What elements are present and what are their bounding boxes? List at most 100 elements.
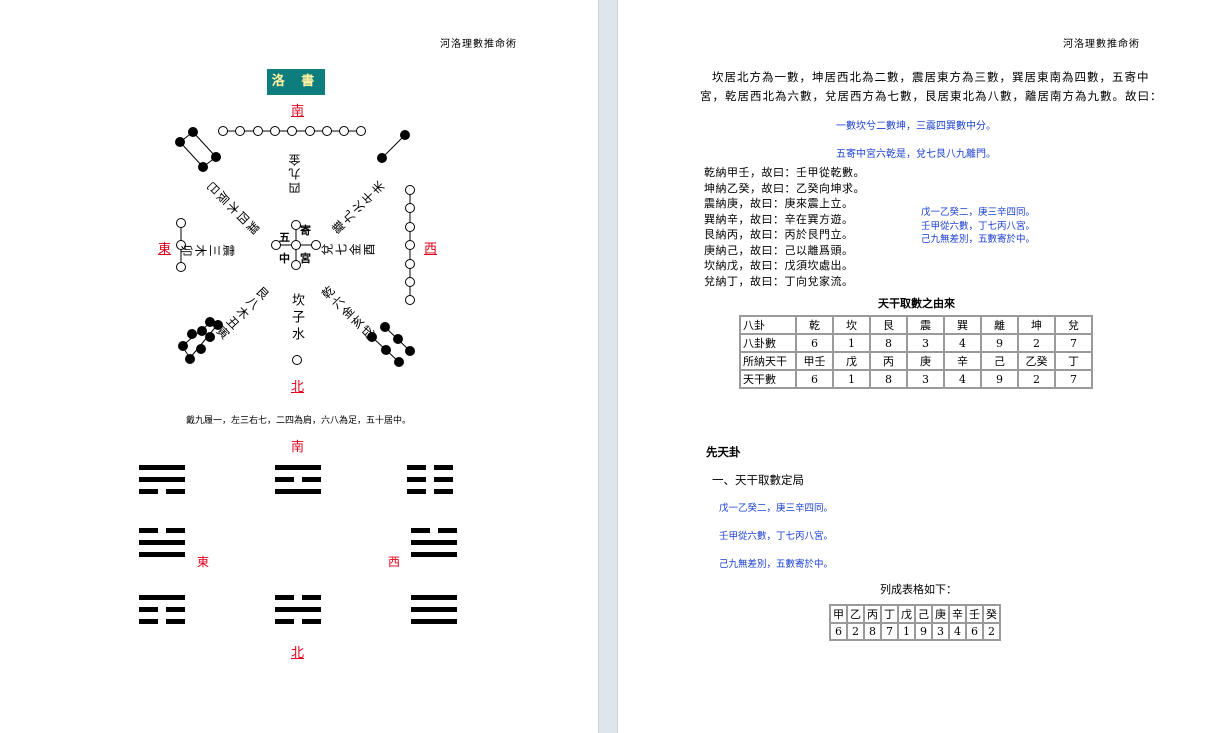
table-cell: 壬 [965, 604, 984, 624]
label-left: 震三木卯 [179, 243, 235, 257]
line-segment [302, 595, 321, 600]
trigram-line-solid [275, 489, 321, 494]
trigram-line-solid [139, 477, 185, 482]
trigram-line-broken [139, 619, 185, 624]
table-cell: 9 [914, 622, 933, 641]
trigram-line-broken [275, 595, 321, 600]
table-cell: 2 [1017, 333, 1056, 353]
table-cell: 天干數 [739, 369, 797, 389]
trigram-line-broken [407, 489, 453, 494]
trigram-line-solid [275, 465, 321, 470]
trigram-mid-left [139, 528, 185, 564]
table-cell: 艮 [869, 315, 908, 335]
line-segment [411, 595, 457, 600]
table-cell: 2 [1017, 369, 1056, 389]
line-segment [139, 595, 185, 600]
table-cell: 兌 [1054, 315, 1093, 335]
trigram-bottom-left [139, 595, 185, 631]
trigram-dir-north: 北 [291, 646, 305, 661]
line-segment [302, 619, 321, 624]
table-cell: 乙 [846, 604, 865, 624]
trigram-line-solid [139, 552, 185, 557]
line-segment [166, 489, 185, 494]
luoshu-diagram [175, 126, 415, 367]
trigram-dir-west: 西 [388, 555, 401, 569]
label-right: 兌七金酉 [321, 243, 377, 257]
line-segment [139, 465, 185, 470]
side-verse-line: 戊一乙癸二，庚三辛四同。 [921, 207, 1036, 218]
trigram-line-solid [411, 595, 457, 600]
trigram-line-solid [275, 607, 321, 612]
verse-line-1: 一數坎兮二數坤，三震四巽數中分。 [836, 121, 996, 132]
section-title: 先天卦 [706, 445, 741, 459]
table-cell: 6 [795, 333, 834, 353]
najia-list: 乾納甲壬，故曰：壬甲從乾數。 坤納乙癸，故曰：乙癸向坤求。 震納庚，故曰：庚來震… [704, 165, 865, 289]
trigram-dir-south: 南 [291, 440, 305, 455]
table-cell: 甲 [829, 604, 848, 624]
table-cell: 庚 [931, 604, 950, 624]
trigram-line-solid [411, 552, 457, 557]
najia-item: 乾納甲壬，故曰：壬甲從乾數。 [704, 166, 865, 179]
table-cell: 1 [832, 369, 871, 389]
line-segment [275, 607, 321, 612]
line-segment [407, 465, 426, 470]
table-cell: 6 [795, 369, 834, 389]
table-cell: 癸 [982, 604, 1001, 624]
tiangan-table: 八卦乾坎艮震巽離坤兌八卦數 6 1 8 3 4 9 2 7 所納天干 甲壬戊丙庚辛己乙癸丁天干數 6 1… [739, 315, 1093, 389]
table-cell: 9 [980, 333, 1019, 353]
table-cell: 八卦數 [739, 333, 797, 353]
table-cell: 2 [846, 622, 865, 641]
side-verse: 戊一乙癸二，庚三辛四同。 壬甲從六數，丁七丙八宮。 己九無差別，五數寄於中。 [921, 206, 1035, 247]
najia-item: 庚納己，故曰：己以離爲頭。 [704, 243, 854, 257]
table-cell: 丁 [880, 604, 899, 624]
trigram-line-solid [411, 540, 457, 545]
table-cell: 戊 [897, 604, 916, 624]
trigram-line-broken [407, 477, 453, 482]
table-cell: 1 [897, 622, 916, 641]
table-cell: 9 [980, 369, 1019, 389]
table-cell: 坎 [832, 315, 871, 335]
center-label-left: 五 [279, 231, 290, 244]
line-segment [139, 619, 158, 624]
subsection-title: 一、天干取數定局 [712, 473, 804, 487]
table-cell: 乙癸 [1017, 351, 1056, 371]
luoshu-caption: 戴九履一，左三右七，二四為肩，六八為足，五十居中。 [186, 416, 412, 426]
table-row: 所納天干 甲壬戊丙庚辛己乙癸丁 [739, 351, 1093, 371]
line-segment [302, 477, 321, 482]
table-cell: 震 [906, 315, 945, 335]
najia-item: 震納庚，故曰：庚來震上立。 [704, 197, 854, 210]
table-cell: 6 [965, 622, 984, 641]
table-row: 6287193462 [829, 622, 1001, 641]
table-cell: 4 [943, 333, 982, 353]
line-segment [166, 619, 185, 624]
trigram-line-broken [275, 477, 321, 482]
trigram-mid-right [411, 528, 457, 564]
line-segment [275, 465, 321, 470]
trigram-line-broken [139, 528, 185, 533]
table-cell: 8 [869, 369, 908, 389]
table-cell: 己 [914, 604, 933, 624]
najia-item: 艮納丙，故曰：丙於艮門立。 [704, 228, 854, 241]
table-cell: 所納天干 [739, 351, 797, 371]
trigram-dir-east: 東 [197, 555, 210, 569]
number-table: 甲乙丙丁戊己庚辛壬癸6287193462 [829, 604, 1001, 641]
table-row: 甲乙丙丁戊己庚辛壬癸 [829, 604, 1001, 624]
center-label-bottom-right: 宮 [300, 252, 311, 265]
table-cell: 4 [948, 622, 967, 641]
table-cell: 丙 [869, 351, 908, 371]
trigram-line-solid [411, 619, 457, 624]
left-page: 河洛理數推命術 洛 書 南 北 東 西 四九金 巽四木辰巳 離九火午未 震三木卯… [0, 0, 598, 733]
table-cell: 巽 [943, 315, 982, 335]
table-cell: 坤 [1017, 315, 1056, 335]
line-segment [139, 540, 185, 545]
line-segment [407, 477, 426, 482]
table-cell: 1 [832, 333, 871, 353]
trigram-top-right [407, 465, 453, 501]
line-segment [434, 477, 453, 482]
table-row: 八卦乾坎艮震巽離坤兌 [739, 315, 1093, 335]
najia-item: 坎納戊，故曰：戊須坎處出。 [704, 259, 854, 272]
table-cell: 辛 [943, 351, 982, 371]
trigram-line-solid [139, 465, 185, 470]
table-cell: 庚 [906, 351, 945, 371]
table-cell: 八卦 [739, 315, 797, 335]
